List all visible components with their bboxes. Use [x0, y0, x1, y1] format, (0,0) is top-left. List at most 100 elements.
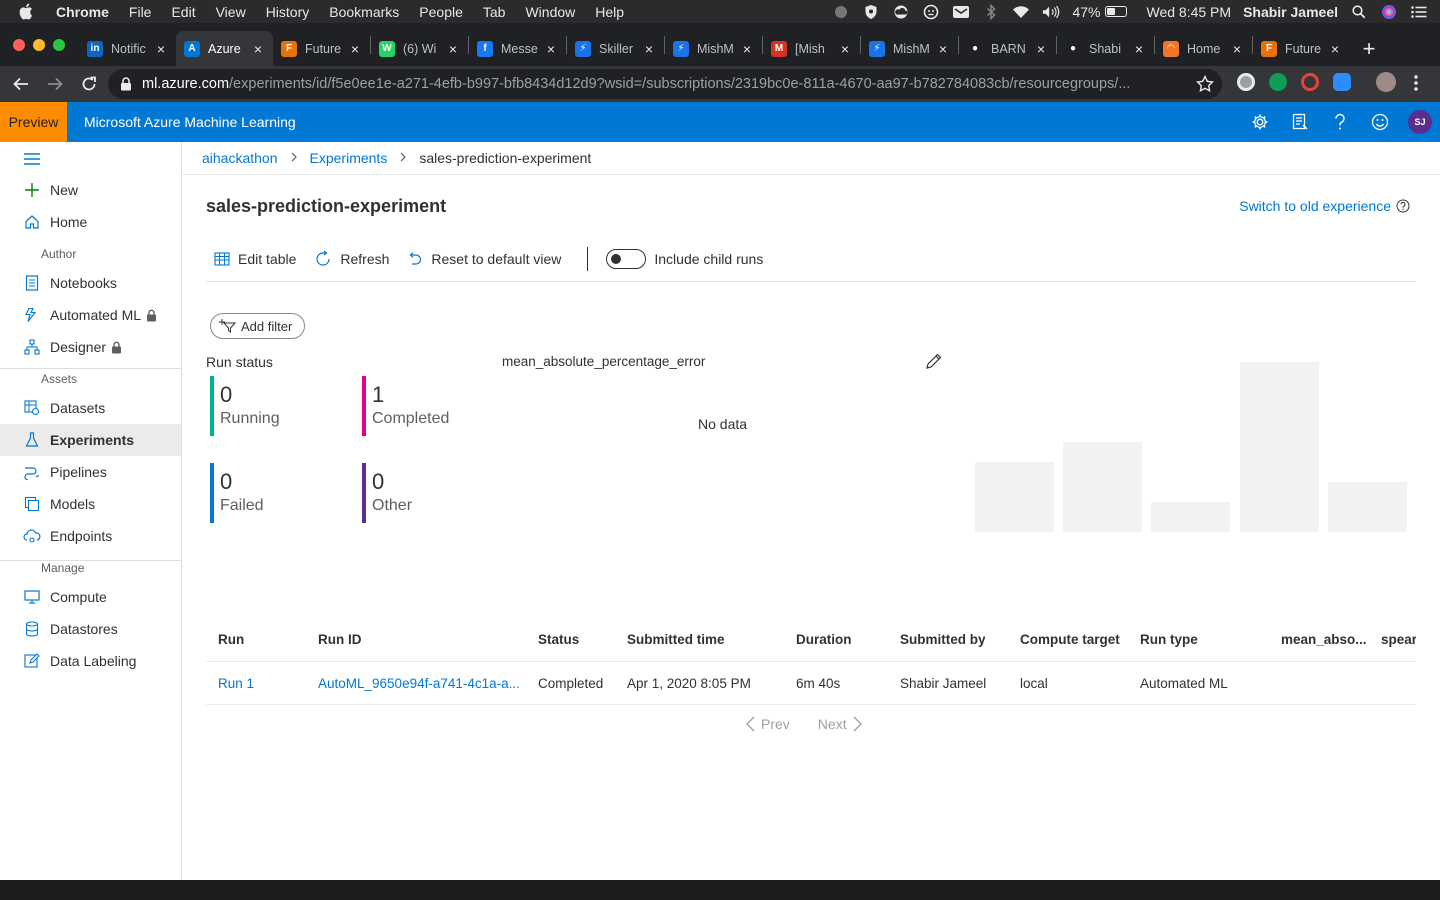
menu-history[interactable]: History	[266, 4, 310, 20]
tab-close-icon[interactable]: ×	[1034, 41, 1048, 57]
toggle-switch[interactable]	[606, 249, 647, 269]
nav-automated-ml[interactable]: Automated ML	[0, 299, 181, 331]
breadcrumb-workspace[interactable]: aihackathon	[202, 150, 278, 166]
forward-button[interactable]	[40, 69, 70, 99]
bookmark-star-icon[interactable]	[1195, 74, 1215, 97]
tab-close-icon[interactable]: ×	[1230, 41, 1244, 57]
product-title[interactable]: Microsoft Azure Machine Learning	[84, 114, 296, 130]
clock[interactable]: Wed 8:45 PM	[1147, 4, 1232, 20]
menu-file[interactable]: File	[129, 4, 152, 20]
browser-tab[interactable]: A Azure ×	[176, 31, 273, 66]
column-header-duration[interactable]: Duration	[796, 632, 852, 647]
breadcrumb-experiments[interactable]: Experiments	[310, 150, 388, 166]
column-header-run-type[interactable]: Run type	[1140, 632, 1198, 647]
column-header-mean-absolute[interactable]: mean_abso...	[1281, 632, 1367, 647]
mail-icon[interactable]	[952, 4, 970, 20]
browser-tab[interactable]: ⚡ MishM ×	[665, 31, 762, 66]
table-row[interactable]: Run 1 AutoML_9650e94f-a741-4c1a-a... Com…	[206, 662, 1416, 705]
settings-gear-icon[interactable]	[1240, 102, 1280, 142]
extension-circle-icon[interactable]	[1237, 73, 1255, 91]
timer-icon[interactable]	[922, 4, 940, 20]
nav-datasets[interactable]: Datasets	[0, 392, 181, 424]
refresh-button[interactable]: Refresh	[314, 250, 389, 268]
nav-experiments[interactable]: Experiments	[0, 424, 181, 456]
browser-tab[interactable]: ● BARN ×	[959, 31, 1056, 66]
notification-center-icon[interactable]	[1410, 4, 1428, 20]
battery-indicator[interactable]: 47%	[1072, 4, 1127, 20]
run-id-link[interactable]: AutoML_9650e94f-a741-4c1a-a...	[318, 676, 520, 691]
status-card-other[interactable]: 0 Other	[362, 463, 502, 523]
browser-tab[interactable]: W (6) Wi ×	[371, 31, 468, 66]
column-header-run-id[interactable]: Run ID	[318, 632, 362, 647]
column-header-status[interactable]: Status	[538, 632, 579, 647]
nav-data-labeling[interactable]: Data Labeling	[0, 645, 181, 677]
tab-close-icon[interactable]: ×	[544, 41, 558, 57]
tab-close-icon[interactable]: ×	[348, 41, 362, 57]
prev-page-button[interactable]: Prev	[746, 716, 790, 732]
zoom-window-button[interactable]	[53, 38, 65, 51]
lock-icon[interactable]	[120, 77, 132, 91]
record-icon[interactable]	[832, 4, 850, 20]
browser-tab[interactable]: M [Mish ×	[763, 31, 860, 66]
browser-tab[interactable]: ● Shabi ×	[1057, 31, 1154, 66]
docs-icon[interactable]	[1280, 102, 1320, 142]
menu-edit[interactable]: Edit	[171, 4, 195, 20]
column-header-compute-target[interactable]: Compute target	[1020, 632, 1120, 647]
include-child-runs-toggle[interactable]: Include child runs	[606, 249, 763, 269]
nav-pipelines[interactable]: Pipelines	[0, 456, 181, 488]
spotlight-search-icon[interactable]	[1350, 4, 1368, 20]
nav-compute[interactable]: Compute	[0, 581, 181, 613]
siri-icon[interactable]	[1380, 4, 1398, 20]
account-menu[interactable]: SJ	[1400, 102, 1440, 142]
nav-notebooks[interactable]: Notebooks	[0, 267, 181, 299]
tab-close-icon[interactable]: ×	[154, 41, 168, 57]
profile-avatar[interactable]	[1376, 72, 1396, 92]
edit-table-button[interactable]: Edit table	[214, 251, 296, 267]
user-name[interactable]: Shabir Jameel	[1243, 4, 1338, 20]
browser-tab[interactable]: ⚡ MishM ×	[861, 31, 958, 66]
tab-close-icon[interactable]: ×	[1132, 41, 1146, 57]
reset-view-button[interactable]: Reset to default view	[407, 251, 561, 267]
new-tab-button[interactable]: +	[1354, 31, 1384, 66]
bluetooth-icon[interactable]	[982, 3, 1000, 20]
edit-pencil-icon[interactable]	[925, 352, 943, 375]
status-card-failed[interactable]: 0 Failed	[210, 463, 350, 523]
back-button[interactable]	[6, 69, 36, 99]
minimize-window-button[interactable]	[33, 38, 45, 51]
menu-view[interactable]: View	[216, 4, 246, 20]
nav-home[interactable]: Home	[0, 206, 181, 238]
menu-app-name[interactable]: Chrome	[56, 4, 109, 20]
column-header-submitted-by[interactable]: Submitted by	[900, 632, 986, 647]
tab-close-icon[interactable]: ×	[838, 41, 852, 57]
column-header-run[interactable]: Run	[218, 632, 244, 647]
volume-icon[interactable]	[1042, 4, 1060, 20]
menu-bookmarks[interactable]: Bookmarks	[329, 4, 399, 20]
next-page-button[interactable]: Next	[818, 716, 862, 732]
nav-endpoints[interactable]: Endpoints	[0, 520, 181, 552]
switch-old-experience-link[interactable]: Switch to old experience	[1239, 198, 1410, 214]
evernote-extension-icon[interactable]	[1269, 73, 1287, 91]
status-card-completed[interactable]: 1 Completed	[362, 376, 502, 436]
reload-button[interactable]	[74, 69, 104, 99]
nav-datastores[interactable]: Datastores	[0, 613, 181, 645]
chrome-menu-icon[interactable]	[1414, 75, 1418, 96]
wifi-icon[interactable]	[1012, 4, 1030, 20]
add-filter-button[interactable]: Add filter	[210, 313, 305, 339]
tab-close-icon[interactable]: ×	[642, 41, 656, 57]
browser-tab[interactable]: in Notific ×	[79, 31, 176, 66]
browser-tab[interactable]: F Future ×	[1253, 31, 1350, 66]
menu-people[interactable]: People	[419, 4, 463, 20]
cloud-icon[interactable]	[892, 4, 910, 20]
feedback-smiley-icon[interactable]	[1360, 102, 1400, 142]
nav-models[interactable]: Models	[0, 488, 181, 520]
browser-tab[interactable]: F Future ×	[273, 31, 370, 66]
status-card-running[interactable]: 0 Running	[210, 376, 350, 436]
tab-close-icon[interactable]: ×	[936, 41, 950, 57]
browser-tab[interactable]: ⚡ Skiller ×	[567, 31, 664, 66]
address-bar[interactable]: ml.azure.com/experiments/id/f5e0ee1e-a27…	[108, 69, 1222, 99]
menu-help[interactable]: Help	[595, 4, 624, 20]
tab-close-icon[interactable]: ×	[740, 41, 754, 57]
nav-new[interactable]: New	[0, 174, 181, 206]
close-window-button[interactable]	[13, 38, 25, 51]
info-question-icon[interactable]	[1396, 199, 1410, 213]
